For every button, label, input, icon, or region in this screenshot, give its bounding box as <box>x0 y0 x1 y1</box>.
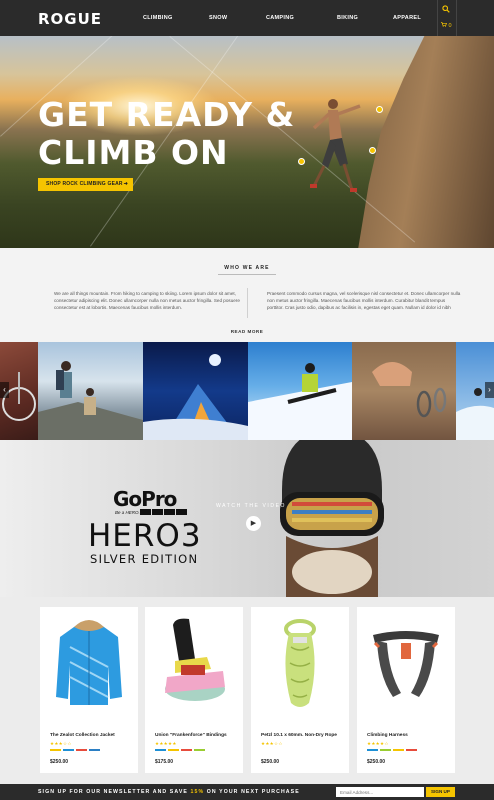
chevron-right-icon: › <box>488 385 491 394</box>
chevron-left-icon: ‹ <box>3 385 6 394</box>
swatch[interactable] <box>63 749 74 751</box>
about-heading: WHO WE ARE <box>224 265 270 271</box>
color-swatches <box>155 749 205 751</box>
gallery-tile-climbing[interactable] <box>352 342 456 440</box>
swatch[interactable] <box>76 749 87 751</box>
swatch[interactable] <box>393 749 404 751</box>
climber-image <box>310 99 361 192</box>
about-text-right: Praesent commodo cursus magna, vel scele… <box>267 291 461 310</box>
gopro-logo: GoPro <box>113 487 177 511</box>
swatch[interactable] <box>181 749 192 751</box>
cart-icon <box>441 22 449 29</box>
hotspot-marker[interactable] <box>298 158 305 165</box>
hotspot-marker[interactable] <box>369 147 376 154</box>
nav-item-snow[interactable]: SNOW <box>209 15 266 21</box>
hero-cta-label: SHOP ROCK CLIMBING GEAR <box>46 181 123 187</box>
color-swatches <box>367 749 417 751</box>
newsletter-discount: 15% <box>190 789 205 795</box>
nav-item-camping[interactable]: CAMPING <box>266 15 337 21</box>
gopro-tagline: Be a HERO. <box>115 510 140 515</box>
product-card[interactable]: The Zealot Collection Jacket ★★★☆☆ $250.… <box>40 607 138 773</box>
hero-title: GET READY & CLIMB ON <box>38 96 295 172</box>
newsletter-text-after: ON YOUR NEXT PURCHASE <box>204 789 300 795</box>
swatch[interactable] <box>380 749 391 751</box>
product-image-harness <box>373 631 439 697</box>
arrow-right-icon: ➜ <box>123 181 128 187</box>
page: ROGUE CLIMBING SNOW CAMPING BIKING APPAR… <box>0 0 494 800</box>
gopro-logo-boxes <box>140 509 187 515</box>
product-price: $175.00 <box>155 759 174 765</box>
swatch[interactable] <box>50 749 61 751</box>
signup-button[interactable]: SIGN UP <box>426 787 455 797</box>
gallery-tile-hikers[interactable] <box>38 342 143 440</box>
header-tools: 0 <box>437 0 457 36</box>
nav-item-biking[interactable]: BIKING <box>337 15 393 21</box>
watch-video-label: WATCH THE VIDEO <box>216 503 287 509</box>
email-field[interactable] <box>336 787 424 797</box>
cart-button[interactable]: 0 <box>441 22 452 29</box>
search-icon[interactable] <box>442 5 450 15</box>
product-price: $250.00 <box>50 759 69 765</box>
read-more-link[interactable]: READ MORE <box>0 329 494 334</box>
product-edition: SILVER EDITION <box>90 552 199 566</box>
hero-title-line2: CLIMB ON <box>38 133 229 172</box>
hotspot-marker[interactable] <box>376 106 383 113</box>
product-card[interactable]: Climbing Harness ★★★★☆ $250.00 <box>357 607 455 773</box>
hero-title-line1: GET READY & <box>38 95 296 134</box>
products-section: The Zealot Collection Jacket ★★★☆☆ $250.… <box>0 597 494 784</box>
product-model: HERO3 <box>88 518 202 554</box>
product-price: $250.00 <box>261 759 280 765</box>
swatch[interactable] <box>406 749 417 751</box>
product-image-bindings <box>165 618 225 701</box>
color-swatches <box>50 749 100 751</box>
product-price: $250.00 <box>367 759 386 765</box>
main-nav: CLIMBING SNOW CAMPING BIKING APPAREL <box>143 15 433 21</box>
product-rating: ★★★★★ <box>155 741 177 746</box>
swatch[interactable] <box>155 749 166 751</box>
play-button[interactable]: ▶ <box>246 516 261 531</box>
nav-item-apparel[interactable]: APPAREL <box>393 15 433 21</box>
product-name[interactable]: Union "Frankenforce" Bindings <box>155 733 227 738</box>
play-icon: ▶ <box>250 520 257 527</box>
product-image-jacket <box>56 620 122 705</box>
logo[interactable]: ROGUE <box>38 10 102 28</box>
swatch[interactable] <box>367 749 378 751</box>
image-gallery: ‹ › <box>0 342 494 440</box>
video-banner[interactable]: GoPro Be a HERO. HERO3 SILVER EDITION WA… <box>0 440 494 597</box>
gallery-tile-camping[interactable] <box>143 342 248 440</box>
gallery-prev-button[interactable]: ‹ <box>0 382 9 398</box>
nav-item-climbing[interactable]: CLIMBING <box>143 15 209 21</box>
product-rating: ★★★☆☆ <box>261 741 283 746</box>
about-text-left: We are all things mountain. From hiking … <box>54 291 240 310</box>
hero-banner: GET READY & CLIMB ON SHOP ROCK CLIMBING … <box>0 36 494 248</box>
shop-climbing-gear-button[interactable]: SHOP ROCK CLIMBING GEAR ➜ <box>38 178 133 191</box>
product-rating: ★★★☆☆ <box>50 741 72 746</box>
product-name[interactable]: The Zealot Collection Jacket <box>50 733 115 738</box>
cart-count: 0 <box>448 23 452 29</box>
divider <box>218 274 276 275</box>
product-card[interactable]: Petzl 10.1 x 60mm. Non-Dry Rope ★★★☆☆ $2… <box>251 607 349 773</box>
newsletter-text: SIGN UP FOR OUR NEWSLETTER AND SAVE 15% … <box>38 789 300 795</box>
product-name[interactable]: Petzl 10.1 x 60mm. Non-Dry Rope <box>261 733 337 738</box>
product-rating: ★★★★☆ <box>367 741 389 746</box>
product-name[interactable]: Climbing Harness <box>367 733 408 738</box>
header: ROGUE CLIMBING SNOW CAMPING BIKING APPAR… <box>0 0 494 36</box>
divider <box>247 288 248 318</box>
swatch[interactable] <box>194 749 205 751</box>
product-image-rope <box>284 619 316 707</box>
product-card[interactable]: Union "Frankenforce" Bindings ★★★★★ $175… <box>145 607 243 773</box>
swatch[interactable] <box>168 749 179 751</box>
about-section: WHO WE ARE We are all things mountain. F… <box>0 248 494 342</box>
goggles-helmet-image <box>280 440 384 597</box>
newsletter-text-before: SIGN UP FOR OUR NEWSLETTER AND SAVE <box>38 789 191 795</box>
newsletter-bar: SIGN UP FOR OUR NEWSLETTER AND SAVE 15% … <box>0 784 494 800</box>
gallery-tile-snowboard[interactable] <box>248 342 352 440</box>
swatch[interactable] <box>89 749 100 751</box>
gallery-next-button[interactable]: › <box>485 382 494 398</box>
